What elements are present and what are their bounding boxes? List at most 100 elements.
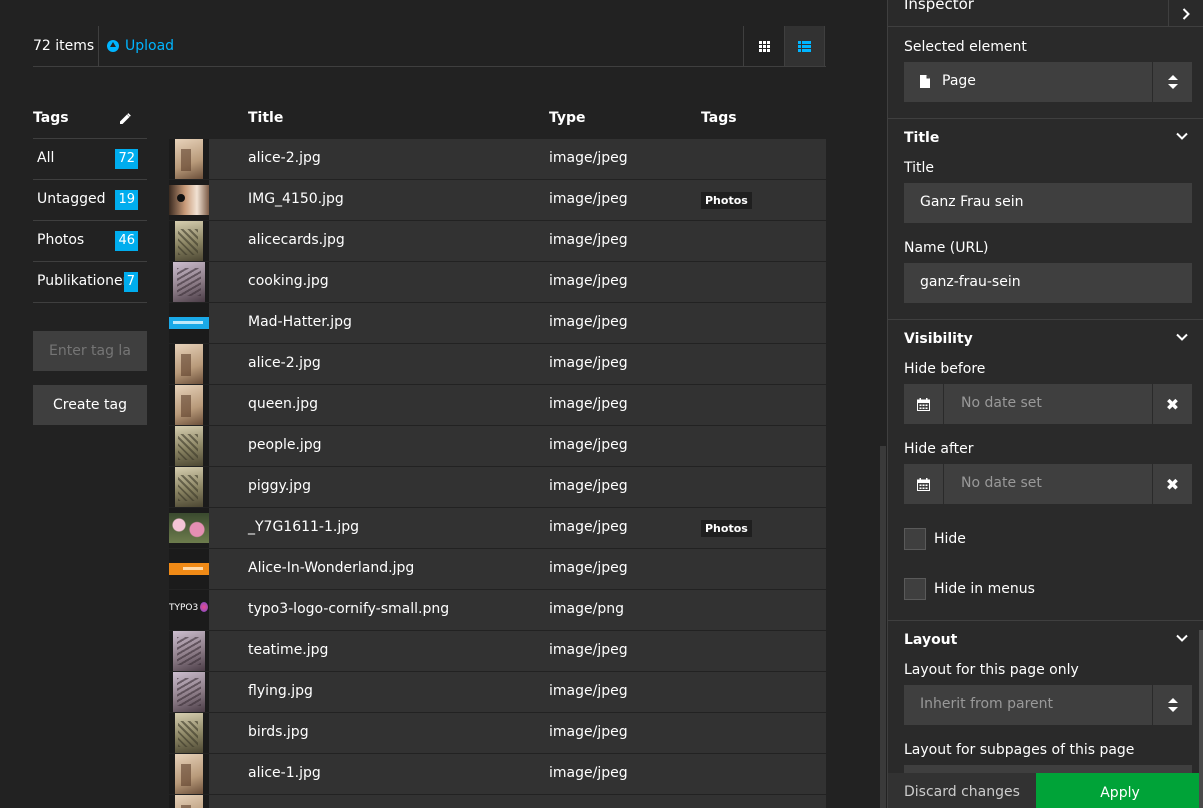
section-divider	[888, 118, 1203, 119]
file-type: image/jpeg	[549, 519, 628, 535]
file-thumbnail[interactable]	[169, 467, 209, 507]
tag-item[interactable]: Photos 46	[33, 221, 147, 262]
clear-icon[interactable]: ✖	[1152, 384, 1192, 424]
tags-header: Tags	[33, 99, 147, 139]
file-thumbnail[interactable]	[169, 221, 209, 261]
file-row[interactable]: people.jpg image/jpeg	[169, 426, 826, 467]
hide-in-menus-checkbox-row[interactable]: Hide in menus	[904, 578, 1035, 600]
file-type: image/jpeg	[549, 191, 628, 207]
name-url-input[interactable]: ganz-frau-sein	[904, 263, 1192, 303]
tags-title: Tags	[33, 110, 69, 126]
media-browser: 72 items Upload Tags All 72 Untagged 19 Phot…	[0, 0, 1203, 808]
content-scrollbar[interactable]	[880, 446, 886, 808]
upload-button[interactable]: Upload	[107, 38, 174, 54]
file-thumbnail[interactable]	[169, 303, 209, 343]
file-row[interactable]: TYPO3 typo3-logo-cornify-small.png image/p…	[169, 590, 826, 631]
file-row[interactable]: teatime.jpg image/jpeg	[169, 631, 826, 672]
apply-button[interactable]: Apply	[1036, 773, 1203, 808]
file-title: alice-2.jpg	[248, 355, 321, 371]
layout-section-label: Layout	[904, 632, 958, 648]
selected-element-select[interactable]: Page	[904, 62, 1192, 102]
page-icon	[920, 75, 930, 88]
file-type: image/jpeg	[549, 150, 628, 166]
column-type[interactable]: Type	[549, 110, 586, 126]
column-title[interactable]: Title	[248, 110, 283, 126]
file-thumbnail[interactable]	[169, 344, 209, 384]
file-title: IMG_4150.jpg	[248, 191, 344, 207]
tag-item[interactable]: All 72	[33, 139, 147, 180]
column-tags[interactable]: Tags	[701, 110, 737, 126]
file-thumbnail[interactable]	[169, 713, 209, 753]
selected-element-label: Selected element	[904, 39, 1027, 55]
discard-changes-button[interactable]: Discard changes	[888, 773, 1036, 808]
layout-section-header[interactable]: Layout	[904, 632, 1192, 648]
file-row[interactable]: alice-2.jpg image/jpeg	[169, 139, 826, 180]
file-type: image/png	[549, 601, 624, 617]
file-type: image/jpeg	[549, 478, 628, 494]
file-row[interactable]: Alice-In-Wonderland.jpg image/jpeg	[169, 549, 826, 590]
file-thumbnail[interactable]	[169, 262, 209, 302]
clear-icon[interactable]: ✖	[1152, 464, 1192, 504]
inspector-title: Inspector	[904, 0, 974, 13]
file-title: piggy.jpg	[248, 478, 311, 494]
tags-panel: Tags All 72 Untagged 19 Photos 46 Publikatione…	[33, 99, 147, 303]
file-row[interactable]: piggy.jpg image/jpeg	[169, 467, 826, 508]
file-row[interactable]: _Y7G1611-1.jpg image/jpeg Photos	[169, 508, 826, 549]
tag-count-badge: 46	[115, 231, 138, 251]
file-thumbnail[interactable]	[169, 180, 209, 220]
file-thumbnail[interactable]	[169, 672, 209, 712]
file-thumbnail[interactable]	[169, 508, 209, 548]
calendar-icon[interactable]	[904, 384, 944, 424]
file-row[interactable]: flying.jpg image/jpeg	[169, 672, 826, 713]
list-view-button[interactable]	[784, 26, 825, 66]
tag-item[interactable]: Untagged 19	[33, 180, 147, 221]
layout-page-select[interactable]: Inherit from parent	[904, 685, 1192, 725]
file-row[interactable]: cooking.jpg image/jpeg	[169, 262, 826, 303]
toolbar-divider	[98, 26, 99, 66]
calendar-icon[interactable]	[904, 464, 944, 504]
create-tag-button[interactable]: Create tag	[33, 385, 147, 425]
item-count: 72 items	[33, 38, 95, 54]
hide-in-menus-checkbox[interactable]	[904, 578, 926, 600]
file-thumbnail[interactable]	[169, 139, 209, 179]
file-title: teatime.jpg	[248, 642, 329, 658]
file-thumbnail[interactable]	[169, 426, 209, 466]
file-row[interactable]: IMG_4150.jpg image/jpeg Photos	[169, 180, 826, 221]
section-divider	[888, 620, 1203, 621]
file-thumbnail[interactable]	[169, 631, 209, 671]
hide-checkbox[interactable]	[904, 528, 926, 550]
file-row[interactable]: queen.jpg image/jpeg	[169, 385, 826, 426]
file-row[interactable]: alice-2.jpg image/jpeg	[169, 344, 826, 385]
visibility-section-header[interactable]: Visibility	[904, 331, 1192, 347]
file-thumbnail[interactable]	[169, 385, 209, 425]
file-thumbnail[interactable]: TYPO3	[169, 590, 209, 630]
layout-page-value: Inherit from parent	[920, 696, 1053, 712]
file-tag-badge: Photos	[701, 192, 752, 209]
layout-subpages-select[interactable]	[904, 765, 1192, 773]
hide-checkbox-row[interactable]: Hide	[904, 528, 966, 550]
file-type: image/jpeg	[549, 396, 628, 412]
file-thumbnail[interactable]	[169, 549, 209, 589]
file-thumbnail[interactable]	[169, 795, 209, 808]
file-row[interactable]: alice-1.jpg image/jpeg	[169, 754, 826, 795]
hide-after-field[interactable]: No date set ✖	[904, 464, 1192, 504]
file-row[interactable]: birds.jpg image/jpeg	[169, 713, 826, 754]
pencil-icon[interactable]	[119, 113, 131, 125]
file-row[interactable]	[169, 795, 826, 808]
file-thumbnail[interactable]	[169, 754, 209, 794]
chevron-down-icon	[1176, 634, 1188, 642]
hide-before-field[interactable]: No date set ✖	[904, 384, 1192, 424]
title-section-header[interactable]: Title	[904, 130, 1192, 146]
title-input[interactable]: Ganz Frau sein	[904, 183, 1192, 223]
layout-subpages-label: Layout for subpages of this page	[904, 742, 1135, 758]
section-divider	[888, 319, 1203, 320]
file-row[interactable]: alicecards.jpg image/jpeg	[169, 221, 826, 262]
collapse-inspector-button[interactable]	[1168, 0, 1203, 27]
tag-item[interactable]: Publikationen 7	[33, 262, 147, 303]
chevron-right-icon	[1182, 7, 1190, 20]
grid-view-button[interactable]	[743, 26, 784, 66]
file-type: image/jpeg	[549, 314, 628, 330]
inspector-scrollbar[interactable]	[1199, 630, 1203, 808]
tag-label-input[interactable]	[33, 331, 147, 371]
file-row[interactable]: Mad-Hatter.jpg image/jpeg	[169, 303, 826, 344]
